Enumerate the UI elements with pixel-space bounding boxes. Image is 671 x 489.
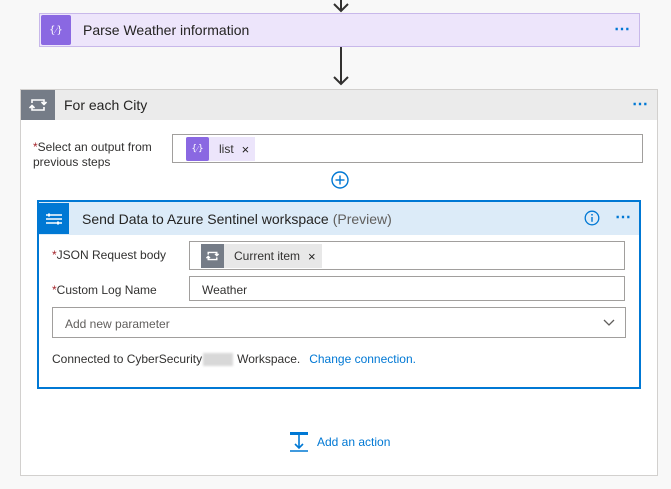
loop-icon — [201, 244, 224, 268]
chevron-down-icon — [603, 319, 615, 326]
current-item-token[interactable]: Current item × — [201, 244, 322, 268]
sentinel-connector-icon — [39, 203, 69, 234]
redacted-block — [203, 352, 234, 366]
preview-label: (Preview) — [332, 210, 392, 227]
insert-step-button[interactable] — [330, 170, 350, 190]
select-output-field[interactable]: {⁄} list × — [172, 134, 643, 163]
parse-more-options-button[interactable]: ⋯ — [614, 22, 631, 38]
add-action-icon — [290, 432, 308, 452]
foreach-header[interactable]: For each City ⋯ — [21, 90, 657, 120]
foreach-title: For each City — [64, 97, 148, 113]
json-request-body-label: *JSON Request body — [52, 248, 167, 262]
sentinel-title: Send Data to Azure Sentinel workspace — [82, 210, 329, 227]
add-new-parameter-placeholder: Add new parameter — [65, 317, 170, 331]
select-output-label: *Select an output from previous steps — [33, 140, 152, 169]
connection-info: Connected to CyberSecurity Workspace. Ch… — [52, 352, 416, 366]
info-icon[interactable] — [584, 210, 600, 226]
parse-weather-step[interactable]: {⁄} Parse Weather information ⋯ — [39, 13, 640, 47]
add-new-parameter-dropdown[interactable]: Add new parameter — [52, 307, 626, 338]
connected-prefix: Connected to CyberSecurity — [52, 352, 203, 366]
sentinel-header[interactable]: Send Data to Azure Sentinel workspace (P… — [39, 202, 639, 235]
connected-suffix: Workspace. — [237, 352, 301, 366]
list-token[interactable]: {⁄} list × — [186, 137, 256, 161]
change-connection-link[interactable]: Change connection. — [309, 352, 416, 366]
sentinel-more-options-button[interactable]: ⋯ — [615, 210, 632, 226]
connector-arrow-top — [333, 0, 349, 13]
braces-icon: {⁄} — [186, 137, 209, 161]
foreach-more-options-button[interactable]: ⋯ — [632, 97, 649, 113]
send-data-sentinel-action: Send Data to Azure Sentinel workspace (P… — [37, 200, 641, 389]
braces-icon: {⁄} — [41, 15, 71, 45]
parse-step-title: Parse Weather information — [83, 22, 250, 38]
custom-log-name-value: Weather — [202, 283, 248, 297]
list-token-label: list — [219, 142, 234, 156]
custom-log-name-input[interactable]: Weather — [189, 276, 625, 301]
current-item-token-label: Current item — [234, 249, 301, 263]
remove-current-item-token-button[interactable]: × — [308, 249, 316, 264]
json-request-body-field[interactable]: Current item × — [189, 241, 625, 270]
add-action-button[interactable]: Add an action — [288, 431, 390, 453]
loop-icon — [21, 90, 55, 120]
add-action-label: Add an action — [317, 435, 391, 449]
remove-list-token-button[interactable]: × — [242, 142, 250, 157]
connector-arrow-middle — [333, 47, 349, 86]
custom-log-name-label: *Custom Log Name — [52, 283, 157, 297]
